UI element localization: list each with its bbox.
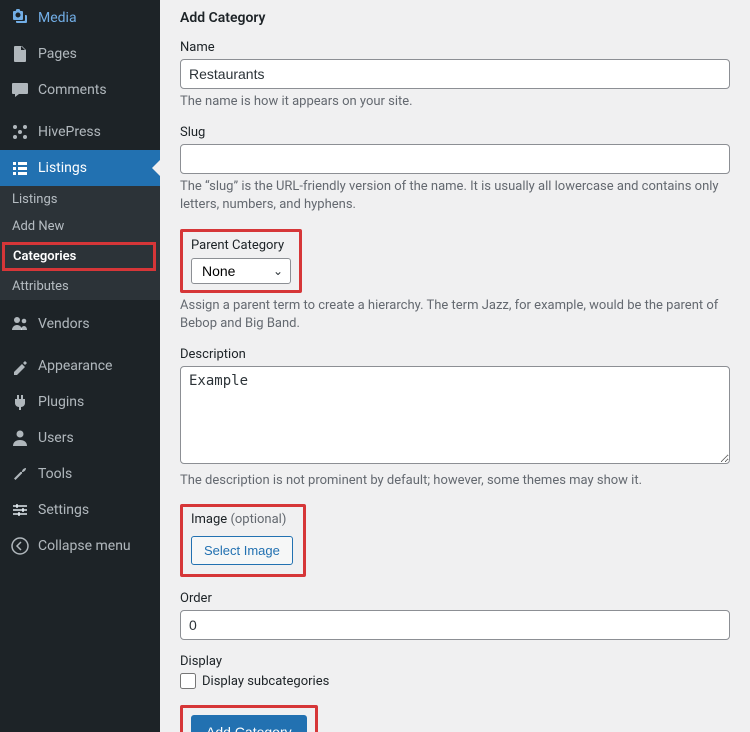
menu-label: Pages: [38, 46, 77, 62]
name-field: Name The name is how it appears on your …: [180, 40, 730, 111]
parent-field: Parent Category None ⌄ Assign a parent t…: [180, 229, 730, 333]
image-label: Image (optional): [191, 512, 293, 527]
add-category-button[interactable]: Add Category: [191, 715, 307, 732]
slug-field: Slug The “slug” is the URL-friendly vers…: [180, 125, 730, 214]
description-field: Description Example The description is n…: [180, 347, 730, 490]
image-field: Image (optional) Select Image: [180, 504, 730, 577]
users-icon: [10, 428, 30, 448]
description-label: Description: [180, 347, 730, 362]
menu-label: Listings: [38, 160, 87, 176]
sidebar-item-vendors[interactable]: Vendors: [0, 306, 160, 342]
menu-label: HivePress: [38, 124, 101, 140]
listings-icon: [10, 158, 30, 178]
display-field: Display Display subcategories: [180, 654, 730, 689]
parent-help: Assign a parent term to create a hierarc…: [180, 297, 730, 333]
sidebar-item-plugins[interactable]: Plugins: [0, 384, 160, 420]
menu-label: Collapse menu: [38, 538, 131, 554]
name-help: The name is how it appears on your site.: [180, 93, 730, 111]
parent-label: Parent Category: [191, 238, 291, 253]
display-label: Display: [180, 654, 730, 669]
submenu-listings[interactable]: Listings: [0, 186, 160, 213]
vendors-icon: [10, 314, 30, 334]
menu-label: Plugins: [38, 394, 84, 410]
sidebar-item-comments[interactable]: Comments: [0, 72, 160, 108]
menu-label: Comments: [38, 82, 107, 98]
menu-label: Users: [38, 430, 74, 446]
select-image-button[interactable]: Select Image: [191, 536, 293, 565]
submenu-attributes[interactable]: Attributes: [0, 273, 160, 300]
description-help: The description is not prominent by defa…: [180, 472, 730, 490]
main-content: Add Category Name The name is how it app…: [160, 0, 750, 732]
hivepress-icon: [10, 122, 30, 142]
admin-sidebar: Media Pages Comments HivePress Listings …: [0, 0, 160, 732]
media-icon: [10, 8, 30, 28]
menu-label: Media: [38, 10, 77, 26]
sidebar-item-users[interactable]: Users: [0, 420, 160, 456]
sidebar-item-hivepress[interactable]: HivePress: [0, 114, 160, 150]
pages-icon: [10, 44, 30, 64]
submenu-categories[interactable]: Categories: [2, 242, 156, 271]
display-checkbox-label: Display subcategories: [202, 674, 329, 689]
menu-label: Tools: [38, 466, 72, 482]
sidebar-item-listings[interactable]: Listings: [0, 150, 160, 186]
menu-label: Appearance: [38, 358, 112, 374]
sidebar-item-settings[interactable]: Settings: [0, 492, 160, 528]
tools-icon: [10, 464, 30, 484]
menu-label: Vendors: [38, 316, 90, 332]
sidebar-item-collapse[interactable]: Collapse menu: [0, 528, 160, 564]
image-highlight: Image (optional) Select Image: [180, 504, 306, 577]
order-label: Order: [180, 591, 730, 606]
slug-input[interactable]: [180, 144, 730, 174]
slug-help: The “slug” is the URL-friendly version o…: [180, 178, 730, 214]
sidebar-item-media[interactable]: Media: [0, 0, 160, 36]
slug-label: Slug: [180, 125, 730, 140]
submit-highlight: Add Category: [180, 705, 318, 732]
name-input[interactable]: [180, 59, 730, 89]
sidebar-item-tools[interactable]: Tools: [0, 456, 160, 492]
parent-highlight: Parent Category None ⌄: [180, 229, 302, 293]
collapse-icon: [10, 536, 30, 556]
settings-icon: [10, 500, 30, 520]
appearance-icon: [10, 356, 30, 376]
order-input[interactable]: [180, 610, 730, 640]
order-field: Order: [180, 591, 730, 640]
description-textarea[interactable]: Example: [180, 366, 730, 464]
sidebar-item-pages[interactable]: Pages: [0, 36, 160, 72]
sidebar-item-appearance[interactable]: Appearance: [0, 348, 160, 384]
menu-label: Settings: [38, 502, 89, 518]
page-title: Add Category: [180, 10, 730, 26]
display-subcategories-checkbox[interactable]: [180, 673, 196, 689]
parent-select[interactable]: None: [191, 258, 291, 284]
name-label: Name: [180, 40, 730, 55]
submenu-add-new[interactable]: Add New: [0, 213, 160, 240]
listings-submenu: Listings Add New Categories Attributes: [0, 186, 160, 300]
comments-icon: [10, 80, 30, 100]
plugins-icon: [10, 392, 30, 412]
